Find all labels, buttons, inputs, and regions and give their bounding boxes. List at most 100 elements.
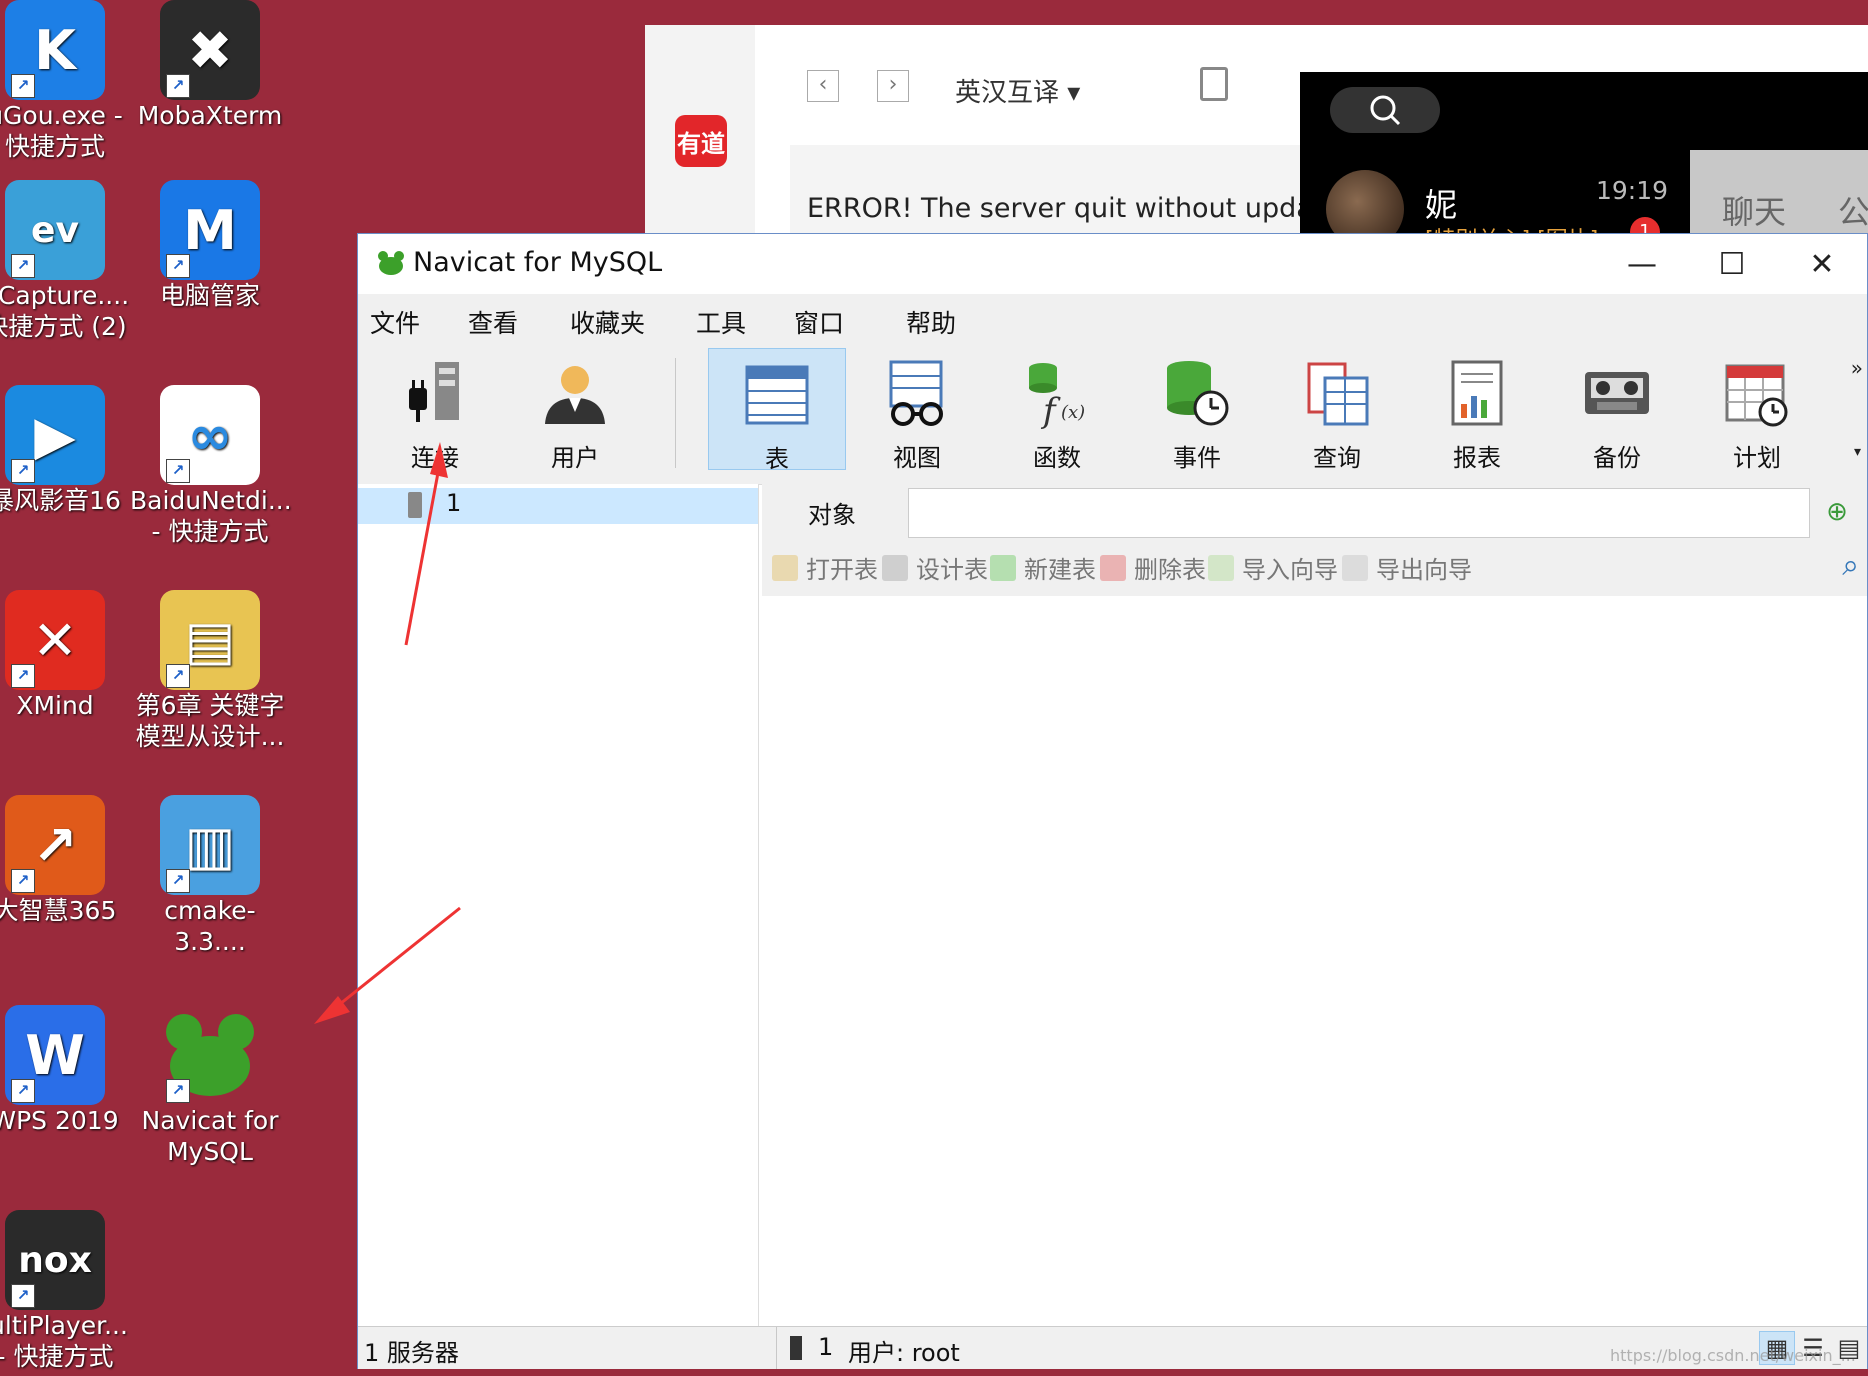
shortcut-arrow-icon: ↗	[11, 459, 35, 483]
open-table-button[interactable]: 打开表	[772, 550, 878, 585]
app-icon: ↗	[160, 1005, 260, 1105]
toolbar-event-button[interactable]: 事件	[1128, 348, 1266, 472]
toolbar-report-button[interactable]: 报表	[1408, 348, 1546, 472]
app-icon: ▤ ↗	[160, 590, 260, 690]
shortcut-arrow-icon: ↗	[11, 1079, 35, 1103]
toolbar-table-label: 表	[765, 445, 789, 473]
desktop-icon[interactable]: nox↗lultiPlayer... - 快捷方式	[0, 1210, 135, 1372]
import-icon	[1208, 554, 1234, 581]
export-wizard-button[interactable]: 导出向导	[1342, 550, 1472, 585]
watermark: https://blog.csdn.net/weixin_...	[1610, 1346, 1856, 1365]
connection-icon	[790, 1336, 802, 1360]
desktop-icon[interactable]: ✕ ↗ XMind	[0, 590, 135, 721]
search-icon	[1370, 95, 1401, 126]
add-tab-icon[interactable]: ⊕	[1807, 484, 1867, 540]
document-icon[interactable]	[1200, 67, 1228, 101]
title-bar[interactable]: Navicat for MySQL — ☐ ✕	[358, 234, 1867, 294]
status-divider	[776, 1327, 777, 1369]
toolbar-function-label: 函数	[1033, 444, 1081, 472]
delete-table-button[interactable]: 删除表	[1100, 550, 1206, 585]
desktop-icon-label: 大智慧365	[0, 896, 117, 925]
design-table-label: 设计表	[916, 556, 988, 584]
toolbar-user-label: 用户	[551, 444, 599, 472]
qq-search-button[interactable]	[1330, 87, 1440, 133]
toolbar-connect-button[interactable]: 连接	[366, 348, 504, 472]
toolbar-query-button[interactable]: 查询	[1268, 348, 1406, 472]
tab-public[interactable]: 公	[1838, 187, 1868, 233]
toolbar-view-button[interactable]: 视图	[848, 348, 986, 472]
object-tab-bar: 对象 ⊕	[762, 484, 1867, 540]
desktop-icon[interactable]: ▶ ↗ 暴风影音16	[0, 385, 135, 516]
connection-icon	[408, 492, 422, 518]
menu-view[interactable]: 查看	[468, 304, 518, 340]
tree-connection-item[interactable]: 1	[358, 488, 758, 524]
message-time: 19:19	[1596, 176, 1669, 205]
backup-tape-icon	[1585, 372, 1649, 414]
desktop-icon[interactable]: W ↗ WPS 2019	[0, 1005, 135, 1136]
desktop-icon-label: uGou.exe - 快捷方式	[0, 101, 123, 161]
app-icon: K ↗	[5, 0, 105, 100]
new-table-button[interactable]: 新建表	[990, 550, 1096, 585]
tab-objects[interactable]: 对象	[762, 484, 902, 540]
object-list-area[interactable]	[762, 596, 1867, 1326]
toolbar-backup-label: 备份	[1593, 444, 1641, 472]
desktop-icon[interactable]: M ↗ 电脑管家	[130, 180, 290, 311]
toolbar-user-button[interactable]: 用户	[506, 348, 644, 472]
toolbar-table-button[interactable]: 表	[708, 348, 846, 473]
desktop-icon[interactable]: ↗ ↗ 大智慧365	[0, 795, 135, 926]
error-message-text: ERROR! The server quit without updating	[807, 193, 1366, 224]
menu-file[interactable]: 文件	[370, 304, 420, 340]
toolbar-separator	[675, 358, 676, 468]
shortcut-arrow-icon: ↗	[11, 254, 35, 278]
app-icon: ↗ ↗	[5, 795, 105, 895]
toolbar-function-button[interactable]: f (x) 函数	[988, 348, 1126, 472]
toolbar-backup-button[interactable]: 备份	[1548, 348, 1686, 472]
new-table-icon	[990, 554, 1016, 581]
search-icon[interactable]: ⌕	[1842, 548, 1859, 583]
menu-tools[interactable]: 工具	[696, 304, 746, 340]
shortcut-arrow-icon: ↗	[166, 459, 190, 483]
toolbar-connect-label: 连接	[411, 444, 459, 472]
desktop-icon[interactable]: ev↗VCapture.... 快捷方式 (2)	[0, 180, 135, 342]
shortcut-arrow-icon: ↗	[11, 1284, 35, 1308]
tab-chat[interactable]: 聊天	[1722, 187, 1786, 233]
desktop-icon[interactable]: ✖ ↗ MobaXterm	[130, 0, 290, 131]
desktop-icon[interactable]: ▤ ↗ 第6章 关键字 模型从设计...	[130, 590, 290, 752]
desktop-icon[interactable]: K↗uGou.exe - 快捷方式	[0, 0, 135, 162]
app-icon: nox ↗	[5, 1210, 105, 1310]
shortcut-arrow-icon: ↗	[11, 664, 35, 688]
import-wizard-button[interactable]: 导入向导	[1208, 550, 1338, 585]
report-icon	[1451, 360, 1503, 426]
navicat-logo-icon	[378, 251, 404, 275]
desktop-icon-label: 第6章 关键字 模型从设计...	[135, 691, 285, 751]
desktop-icon-label: MobaXterm	[137, 101, 283, 130]
app-icon: M ↗	[160, 180, 260, 280]
desktop-icon[interactable]: ▥ ↗ cmake-3.3....	[130, 795, 290, 957]
translation-mode-dropdown[interactable]: 英汉互译 ▾	[955, 72, 1080, 109]
app-icon: ▥ ↗	[160, 795, 260, 895]
menu-favorites[interactable]: 收藏夹	[570, 304, 645, 340]
open-table-icon	[772, 554, 798, 581]
menu-help[interactable]: 帮助	[906, 304, 956, 340]
toolbar-event-label: 事件	[1173, 444, 1221, 472]
back-button[interactable]: ‹	[807, 70, 839, 102]
minimize-button[interactable]: —	[1597, 234, 1687, 294]
chevron-down-icon[interactable]: ▾	[1854, 444, 1861, 460]
new-table-label: 新建表	[1024, 556, 1096, 584]
maximize-button[interactable]: ☐	[1687, 234, 1777, 294]
desktop-icon[interactable]: ↗ Navicat for MySQL	[130, 1005, 290, 1167]
status-server-count: 1 服务器	[364, 1339, 459, 1367]
connection-label: 1	[446, 489, 462, 517]
schedule-calendar-icon	[1725, 364, 1788, 427]
delete-table-label: 删除表	[1134, 556, 1206, 584]
desktop-icon[interactable]: ∞ ↗ BaiduNetdi... - 快捷方式	[130, 385, 292, 547]
desktop-icon-label: Navicat for MySQL	[141, 1106, 279, 1166]
menu-window[interactable]: 窗口	[794, 304, 844, 340]
svg-text:(x): (x)	[1061, 402, 1085, 423]
close-button[interactable]: ✕	[1777, 234, 1867, 294]
toolbar-schedule-button[interactable]: 计划	[1688, 348, 1826, 472]
status-user: 用户: root	[848, 1339, 960, 1367]
design-table-button[interactable]: 设计表	[882, 550, 988, 585]
forward-button[interactable]: ›	[877, 70, 909, 102]
toolbar-overflow-button[interactable]: »	[1851, 356, 1863, 380]
